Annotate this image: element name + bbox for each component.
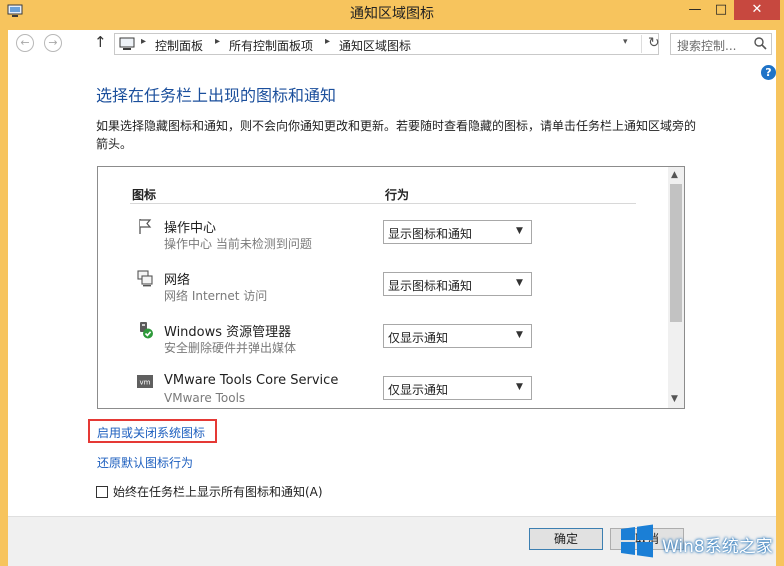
item-name: Windows 资源管理器 [164, 325, 292, 340]
behavior-value: 显示图标和通知 [388, 227, 473, 241]
content-pane: ? 选择在任务栏上出现的图标和通知 如果选择隐藏图标和通知，则不会向你通知更改和… [8, 58, 776, 516]
watermark-text: Win8系统之家 [662, 537, 773, 557]
window: 通知区域图标 — □ ✕ ← → ↑ ▸ 控制面板 ▸ 所有控制面板项 ▸ 通知… [0, 0, 784, 566]
search-placeholder: 搜索控制... [677, 39, 737, 53]
list-item-windows-explorer: Windows 资源管理器 安全删除硬件并弹出媒体 仅显示通知 ▼ [98, 317, 668, 369]
chevron-down-icon: ▼ [516, 226, 523, 236]
scroll-down-icon[interactable]: ▼ [671, 394, 678, 404]
search-icon[interactable] [753, 36, 767, 50]
close-button[interactable]: ✕ [734, 0, 780, 20]
dialog-footer: 确定 取消 [8, 516, 776, 566]
item-description: 操作中心 当前未检测到问题 [164, 237, 312, 251]
scroll-thumb[interactable] [670, 184, 682, 322]
column-header-behavior: 行为 [385, 188, 410, 202]
address-dropdown-icon[interactable]: ▾ [623, 37, 628, 47]
header-divider [130, 203, 636, 204]
item-description: 安全删除硬件并弹出媒体 [164, 341, 297, 355]
chevron-down-icon: ▼ [516, 278, 523, 288]
svg-text:vm: vm [140, 379, 151, 387]
breadcrumb-control-panel[interactable]: 控制面板 [155, 37, 203, 54]
toggle-system-icons-link[interactable]: 启用或关闭系统图标 [97, 424, 205, 441]
list-item-action-center: 操作中心 操作中心 当前未检测到问题 显示图标和通知 ▼ [98, 213, 668, 265]
back-button[interactable]: ← [16, 34, 34, 52]
behavior-value: 仅显示通知 [388, 331, 449, 345]
page-description: 如果选择隐藏图标和通知，则不会向你通知更改和更新。若要随时查看隐藏的图标，请单击… [96, 119, 697, 151]
maximize-button[interactable]: □ [708, 0, 734, 20]
network-icon [137, 270, 153, 287]
chevron-down-icon: ▼ [516, 382, 523, 392]
always-show-checkbox[interactable] [96, 486, 108, 498]
breadcrumb-separator-icon: ▸ [141, 36, 147, 47]
breadcrumb-separator-icon: ▸ [215, 36, 221, 47]
item-name: 操作中心 [164, 221, 217, 236]
behavior-select[interactable]: 显示图标和通知 ▼ [383, 220, 532, 244]
item-description: VMware Tools [164, 391, 246, 405]
column-header-icon: 图标 [132, 188, 157, 202]
scroll-up-icon[interactable]: ▲ [671, 170, 678, 180]
windows-logo-icon [621, 524, 653, 558]
page-title: 选择在任务栏上出现的图标和通知 [96, 86, 337, 105]
refresh-icon[interactable]: ↻ [641, 35, 660, 53]
search-input[interactable]: 搜索控制... [670, 33, 772, 55]
behavior-value: 仅显示通知 [388, 383, 449, 397]
list-scrollbar[interactable]: ▲ ▼ [668, 167, 684, 408]
breadcrumb-separator-icon: ▸ [325, 36, 331, 47]
behavior-select[interactable]: 显示图标和通知 ▼ [383, 272, 532, 296]
ok-button[interactable]: 确定 [529, 528, 603, 550]
restore-default-behavior-link[interactable]: 还原默认图标行为 [97, 454, 193, 471]
list-item-network: 网络 网络 Internet 访问 显示图标和通知 ▼ [98, 265, 668, 317]
list-item-vmware-tools: vm VMware Tools Core Service VMware Tool… [98, 369, 668, 408]
behavior-select[interactable]: 仅显示通知 ▼ [383, 376, 532, 400]
behavior-value: 显示图标和通知 [388, 279, 473, 293]
item-description: 网络 Internet 访问 [164, 289, 268, 303]
behavior-select[interactable]: 仅显示通知 ▼ [383, 324, 532, 348]
address-bar[interactable]: ▸ 控制面板 ▸ 所有控制面板项 ▸ 通知区域图标 ▾ ↻ [114, 33, 660, 55]
safely-remove-hardware-icon [140, 322, 153, 339]
icon-list: 图标 行为 操作中心 操作中心 当前未检测到问题 显示图标和通知 ▼ 网络 网络… [97, 166, 685, 409]
breadcrumb-all-items[interactable]: 所有控制面板项 [229, 37, 313, 54]
navigation-bar: ← → ↑ ▸ 控制面板 ▸ 所有控制面板项 ▸ 通知区域图标 ▾ ↻ 搜索控制… [8, 30, 776, 58]
vmware-icon: vm [137, 375, 153, 388]
item-name: VMware Tools Core Service [164, 373, 339, 388]
up-button[interactable]: ↑ [94, 33, 107, 51]
item-name: 网络 [164, 273, 191, 288]
breadcrumb-notification-icons[interactable]: 通知区域图标 [339, 37, 411, 54]
always-show-label[interactable]: 始终在任务栏上显示所有图标和通知(A) [113, 483, 323, 500]
title-bar: 通知区域图标 — □ ✕ [0, 0, 784, 24]
minimize-button[interactable]: — [682, 0, 708, 20]
chevron-down-icon: ▼ [516, 330, 523, 340]
help-icon[interactable]: ? [761, 65, 776, 80]
window-title: 通知区域图标 [350, 6, 434, 22]
forward-button[interactable]: → [44, 34, 62, 52]
flag-icon [139, 219, 152, 234]
computer-icon [119, 37, 135, 50]
